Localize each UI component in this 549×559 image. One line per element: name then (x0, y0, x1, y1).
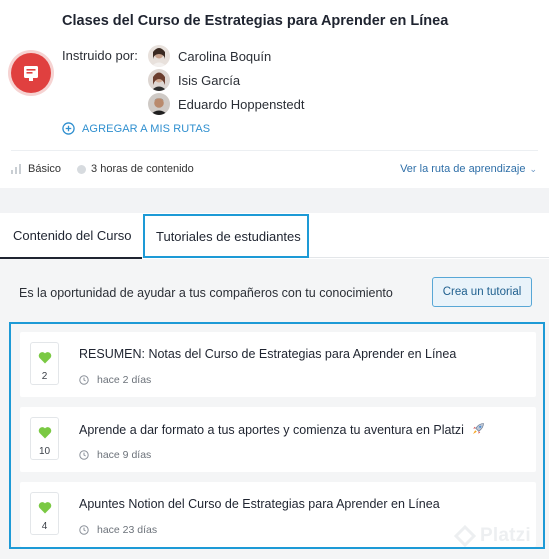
list-item[interactable]: 10 Aprende a dar formato a tus aportes y… (20, 407, 536, 472)
tab-course-content[interactable]: Contenido del Curso (0, 213, 142, 259)
level-bars-icon (11, 164, 23, 174)
clock-icon (79, 450, 89, 460)
upvote-button[interactable]: 2 (30, 342, 59, 385)
tutorial-time: hace 9 días (79, 449, 151, 461)
learning-path-link[interactable]: Ver la ruta de aprendizaje ⌄ (400, 163, 537, 175)
tutorial-title[interactable]: Apuntes Notion del Curso de Estrategias … (79, 497, 440, 511)
heart-icon (38, 352, 51, 364)
tutorial-time: hace 23 días (79, 524, 157, 536)
instructor-name: Eduardo Hoppenstedt (178, 96, 305, 112)
tutorial-title-text: Aprende a dar formato a tus aportes y co… (79, 423, 464, 437)
tabs-bar: Contenido del Curso Tutoriales de estudi… (0, 213, 549, 259)
tutorial-list: 2 RESUMEN: Notas del Curso de Estrategia… (9, 322, 545, 549)
watermark-text: Platzi (480, 525, 531, 546)
add-to-routes-label: AGREGAR A MIS RUTAS (82, 122, 211, 135)
tutorial-title[interactable]: Aprende a dar formato a tus aportes y co… (79, 422, 485, 437)
vote-count: 2 (41, 371, 48, 382)
chevron-down-icon: ⌄ (529, 163, 537, 174)
course-badge (11, 53, 51, 93)
course-meta: Básico 3 horas de contenido (11, 163, 194, 175)
instructor-carolina[interactable]: Carolina Boquín (148, 44, 271, 68)
list-item[interactable]: 2 RESUMEN: Notas del Curso de Estrategia… (20, 332, 536, 397)
upvote-button[interactable]: 10 (30, 417, 59, 460)
clock-dot-icon (77, 164, 87, 174)
instructor-name: Carolina Boquín (178, 48, 272, 64)
clock-icon (79, 525, 89, 535)
instructor-name: Isis García (178, 72, 241, 88)
clock-icon (79, 375, 89, 385)
course-duration: 3 horas de contenido (91, 163, 194, 175)
tutorial-title[interactable]: RESUMEN: Notas del Curso de Estrategias … (79, 347, 456, 361)
platzi-logo-icon (454, 525, 476, 547)
rocket-icon (473, 423, 485, 434)
promo-text: Es la oportunidad de ayudar a tus compañ… (19, 286, 393, 300)
avatar (148, 45, 170, 67)
plus-circle-icon (62, 122, 75, 135)
tutorial-time-text: hace 9 días (97, 449, 152, 461)
create-tutorial-button[interactable]: Crea un tutorial (432, 277, 532, 307)
divider (11, 150, 538, 151)
course-title: Clases del Curso de Estrategias para Apr… (62, 13, 449, 29)
instructor-eduardo[interactable]: Eduardo Hoppenstedt (148, 92, 304, 116)
tab-student-tutorials[interactable]: Tutoriales de estudiantes (143, 214, 309, 258)
course-header: Clases del Curso de Estrategias para Apr… (0, 0, 549, 188)
upvote-button[interactable]: 4 (30, 492, 59, 535)
document-icon (24, 66, 38, 81)
avatar (148, 69, 170, 91)
avatar (148, 93, 170, 115)
instructed-by-label: Instruido por: (62, 48, 138, 63)
vote-count: 10 (38, 446, 51, 457)
tutorial-time: hace 2 días (79, 374, 151, 386)
learning-path-label: Ver la ruta de aprendizaje (400, 163, 526, 175)
heart-icon (38, 502, 51, 514)
heart-icon (38, 427, 51, 439)
course-level: Básico (28, 163, 62, 175)
tutorial-time-text: hace 23 días (97, 524, 158, 536)
vote-count: 4 (41, 521, 48, 532)
platzi-watermark: Platzi (454, 525, 531, 547)
add-to-routes-button[interactable]: AGREGAR A MIS RUTAS (62, 122, 210, 135)
tutorial-time-text: hace 2 días (97, 374, 152, 386)
instructor-isis[interactable]: Isis García (148, 68, 240, 92)
section-separator (0, 188, 549, 213)
